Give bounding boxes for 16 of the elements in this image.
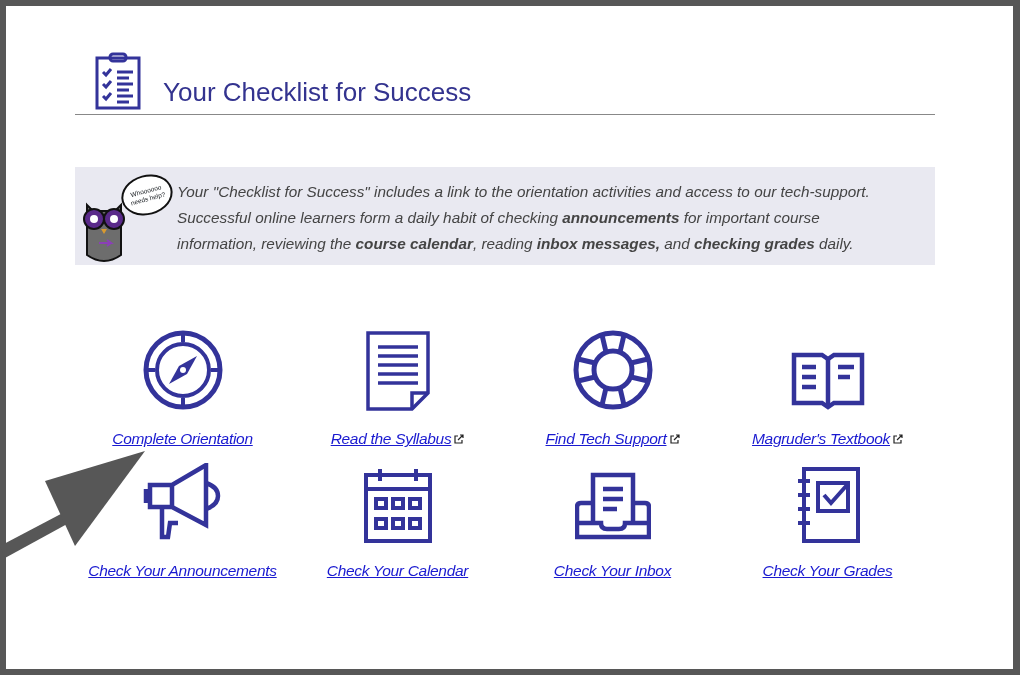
link[interactable]: Magruder's Textbook [752, 427, 890, 451]
intro-paragraph: Your "Checklist for Success" includes a link to the orientation activities and access to our tech-support. Successful online learners form a daily habit of checking announcements for important course information, reviewing the course calendar, reading inbox messages, and checking grades daily. [177, 182, 871, 254]
link[interactable]: Check Your Grades [762, 559, 893, 583]
calendar-icon [363, 467, 432, 543]
page-title: Your Checklist for Success [163, 76, 472, 108]
clipboard-checklist-icon [95, 52, 141, 110]
link[interactable]: Complete Orientation [112, 427, 253, 451]
link[interactable]: Check Your Calendar [326, 559, 469, 583]
compass-icon [141, 329, 224, 411]
link[interactable]: Find Tech Support [545, 427, 667, 451]
link[interactable]: Check Your Inbox [553, 559, 672, 583]
link[interactable]: Read the Syllabus [330, 427, 452, 451]
document-icon [365, 331, 430, 411]
lifebuoy-icon [571, 329, 654, 411]
link[interactable]: Check Your Announcements [88, 559, 277, 583]
notebook-checkmark-icon [795, 467, 860, 543]
